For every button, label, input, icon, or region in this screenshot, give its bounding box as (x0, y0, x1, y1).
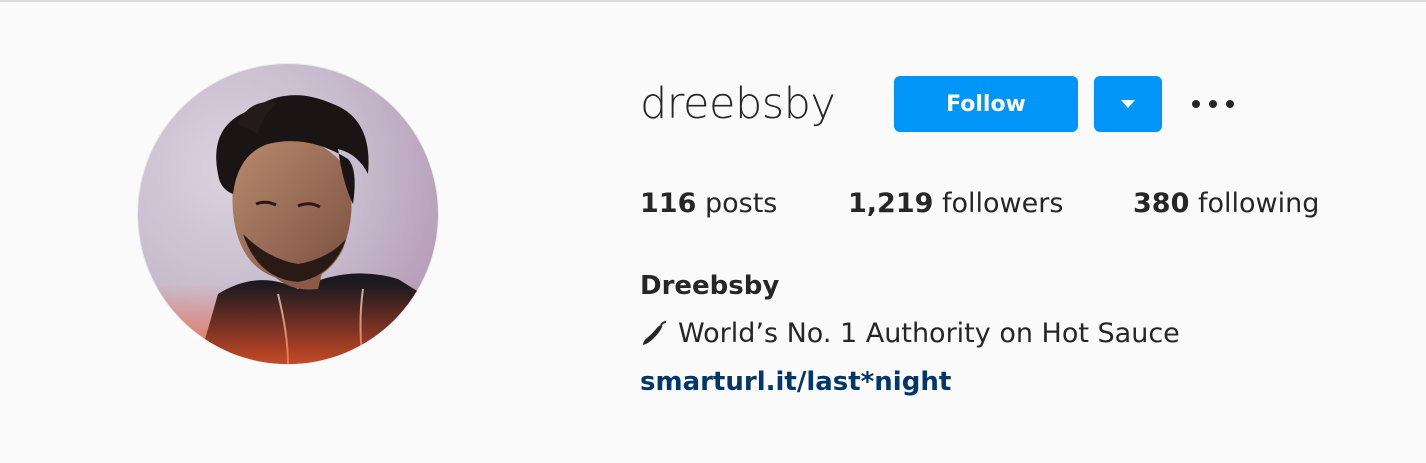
followers-label: followers (942, 188, 1064, 219)
more-options-button[interactable] (1188, 76, 1238, 132)
bio-text-row: World’s No. 1 Authority on Hot Sauce (640, 316, 1180, 352)
profile-page: dreebsby Follow 116 posts 1,219 follower… (0, 0, 1426, 463)
followers-count: 1,219 (848, 188, 934, 219)
hot-pepper-icon (643, 321, 667, 345)
follow-button[interactable]: Follow (894, 76, 1078, 132)
caret-down-icon (1121, 100, 1135, 108)
following-label: following (1197, 188, 1320, 219)
more-options-icon (1192, 100, 1234, 108)
posts-label: posts (704, 188, 778, 219)
suggested-dropdown-button[interactable] (1094, 76, 1162, 132)
bio-text: World’s No. 1 Authority on Hot Sauce (678, 318, 1180, 349)
avatar[interactable] (138, 64, 438, 364)
profile-header: dreebsby (640, 76, 836, 132)
top-divider (0, 0, 1426, 2)
bio-link[interactable]: smarturl.it/last*night (640, 364, 951, 400)
username: dreebsby (640, 79, 836, 129)
full-name: Dreebsby (640, 271, 780, 301)
stat-following[interactable]: 380 following (1133, 184, 1319, 224)
following-count: 380 (1133, 188, 1190, 219)
stat-followers[interactable]: 1,219 followers (848, 184, 1063, 224)
profile-photo (138, 64, 438, 364)
stat-posts: 116 posts (640, 184, 777, 224)
posts-count: 116 (640, 188, 697, 219)
